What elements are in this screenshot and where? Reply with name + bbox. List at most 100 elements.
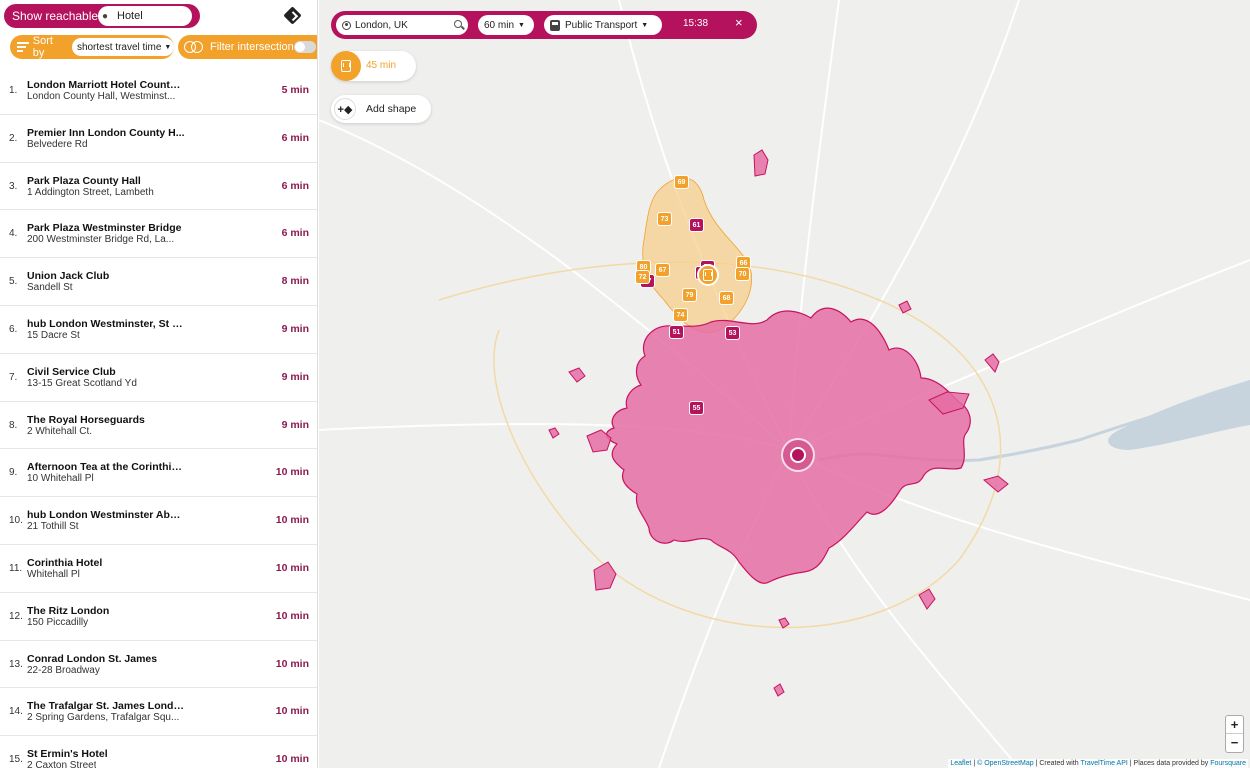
osm-link[interactable]: © OpenStreetMap (977, 760, 1034, 767)
result-row[interactable]: 10. hub London Westminster Abb... 21 Tothi… (0, 497, 317, 545)
hotel-orange-marker[interactable]: 70 (735, 267, 750, 281)
result-address: 2 Whitehall Ct. (27, 425, 93, 437)
sidebar-toolbar: Show reachable ● Hotel Sort by shortest … (0, 0, 317, 68)
building-icon (341, 60, 351, 72)
foursquare-link[interactable]: Foursquare (1210, 760, 1246, 767)
result-row[interactable]: 15. St Ermin's Hotel 2 Caxton Street 10 min (0, 736, 317, 768)
result-rank: 7. (9, 371, 18, 383)
hotel-orange-marker[interactable]: 74 (673, 308, 688, 322)
show-reachable-label: Show reachable (12, 9, 99, 23)
result-address: 22-28 Broadway (27, 664, 100, 676)
estuary (1108, 380, 1250, 450)
zoom-out-button[interactable]: − (1226, 734, 1243, 752)
shape-badge (331, 51, 361, 81)
location-input[interactable]: London, UK (336, 15, 468, 35)
result-address: 2 Spring Gardens, Trafalgar Squ... (27, 712, 180, 724)
result-row[interactable]: 8. The Royal Horseguards 2 Whitehall Ct. 9 … (0, 402, 317, 450)
transport-mode-select[interactable]: Public Transport ▼ (544, 15, 662, 35)
place-search-input[interactable]: ● Hotel (98, 6, 192, 26)
travel-time-value: 60 min (484, 19, 515, 31)
result-name: Union Jack Club (27, 270, 110, 283)
result-travel-time: 10 min (275, 705, 309, 718)
result-travel-time: 6 min (281, 227, 309, 240)
result-rank: 15. (9, 754, 23, 766)
result-travel-time: 10 min (275, 514, 309, 527)
result-row[interactable]: 6. hub London Westminster, St J... 15 Dacr… (0, 306, 317, 354)
hotel-orange-marker[interactable]: 68 (719, 291, 734, 305)
result-name: The Ritz London (27, 604, 110, 617)
chevron-down-icon: ▼ (164, 43, 172, 51)
leaflet-link[interactable]: Leaflet (950, 760, 971, 767)
result-rank: 4. (9, 228, 18, 240)
result-travel-time: 10 min (275, 753, 309, 766)
sidebar: Show reachable ● Hotel Sort by shortest … (0, 0, 318, 768)
sort-select[interactable]: shortest travel time ▼ (71, 38, 174, 56)
travel-time-select[interactable]: 60 min ▼ (478, 15, 534, 35)
map[interactable]: 615855751535569738072677974686670 (319, 0, 1250, 768)
result-row[interactable]: 2. Premier Inn London County H... Belveder… (0, 115, 317, 163)
map-canvas (319, 0, 1250, 768)
result-address: 2 Caxton Street (27, 760, 97, 768)
result-travel-time: 8 min (281, 275, 309, 288)
result-travel-time: 10 min (275, 657, 309, 670)
result-rank: 2. (9, 132, 18, 144)
result-travel-time: 10 min (275, 609, 309, 622)
result-rank: 11. (9, 562, 23, 574)
departure-time[interactable]: 15:38 (683, 18, 708, 29)
result-row[interactable]: 9. Afternoon Tea at the Corinthia... 10 Wh… (0, 449, 317, 498)
filter-intersection-toggle[interactable] (294, 41, 316, 53)
result-row[interactable]: 3. Park Plaza County Hall 1 Addington Stre… (0, 163, 317, 211)
result-name: Park Plaza County Hall (27, 174, 141, 187)
hotel-orange-marker[interactable]: 79 (682, 288, 697, 302)
hotel-pink-marker[interactable]: 53 (725, 326, 740, 340)
result-row[interactable]: 14. The Trafalgar St. James Londo... 2 Spr… (0, 688, 317, 737)
hotel-orange-marker[interactable]: 69 (674, 175, 689, 189)
location-value: London, UK (355, 19, 408, 31)
result-row[interactable]: 7. Civil Service Club 13-15 Great Scotland… (0, 354, 317, 402)
result-address: 13-15 Great Scotland Yd (27, 377, 137, 389)
result-address: 150 Piccadilly (27, 616, 89, 628)
result-name: hub London Westminster Abb... (27, 509, 185, 522)
origin-marker[interactable] (781, 438, 815, 472)
result-name: The Royal Horseguards (27, 413, 145, 426)
hotel-pink-marker[interactable]: 61 (689, 218, 704, 232)
add-shape-button[interactable]: +◆ Add shape (331, 95, 431, 123)
travel-search-bar: London, UK 60 min ▼ Public Transport ▼ 1… (331, 11, 757, 39)
close-icon[interactable]: × (735, 16, 743, 29)
result-travel-time: 9 min (281, 322, 309, 335)
result-address: Sandell St (27, 282, 73, 294)
hotel-orange-marker[interactable]: 67 (655, 263, 670, 277)
shape-45min-chip[interactable]: 45 min (331, 51, 416, 81)
directions-icon[interactable] (283, 6, 302, 25)
hotel-orange-marker[interactable]: 72 (635, 270, 650, 284)
show-reachable-button[interactable]: Show reachable ● Hotel (4, 4, 200, 28)
result-name: Corinthia Hotel (27, 556, 103, 569)
isochrone-45min[interactable] (642, 177, 753, 333)
places-data-text: Places data provided by (1133, 760, 1209, 767)
result-travel-time: 10 min (275, 561, 309, 574)
result-travel-time: 10 min (275, 466, 309, 479)
result-name: The Trafalgar St. James Londo... (27, 700, 185, 713)
traveltime-link[interactable]: TravelTime API (1080, 760, 1127, 767)
result-name: Civil Service Club (27, 365, 116, 378)
origin-marker-icon (790, 447, 806, 463)
search-icon[interactable] (454, 20, 462, 28)
origin-shape-marker[interactable] (697, 264, 719, 286)
building-icon (703, 269, 713, 281)
result-row[interactable]: 4. Park Plaza Westminster Bridge 200 Westm… (0, 210, 317, 259)
result-row[interactable]: 13. Conrad London St. James 22-28 Broadway… (0, 641, 317, 689)
result-row[interactable]: 1. London Marriott Hotel County ... London… (0, 67, 317, 115)
result-row[interactable]: 5. Union Jack Club Sandell St 8 min (0, 258, 317, 306)
hotel-orange-marker[interactable]: 73 (657, 212, 672, 226)
hotel-pink-marker[interactable]: 55 (689, 401, 704, 415)
place-search-value: Hotel (117, 10, 143, 22)
result-row[interactable]: 11. Corinthia Hotel Whitehall Pl 10 min (0, 545, 317, 593)
train-icon (550, 19, 560, 31)
result-rank: 8. (9, 419, 18, 431)
result-rank: 10. (9, 515, 23, 527)
zoom-in-button[interactable]: + (1226, 716, 1243, 734)
map-pin-icon: ● (102, 10, 109, 22)
result-row[interactable]: 12. The Ritz London 150 Piccadilly 10 min (0, 593, 317, 641)
chevron-down-icon: ▼ (518, 21, 525, 29)
hotel-pink-marker[interactable]: 51 (669, 325, 684, 339)
